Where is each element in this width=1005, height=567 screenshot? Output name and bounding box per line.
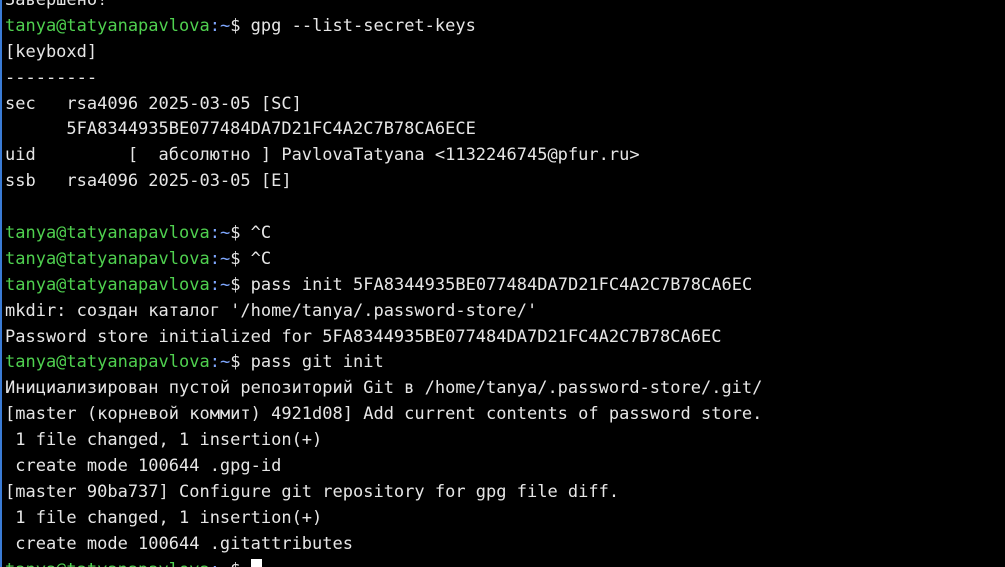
command-text: pass git init xyxy=(250,352,384,373)
output-line: [keyboxd] xyxy=(5,41,98,62)
prompt-line: tanya@tatyanapavlova:~$ xyxy=(5,558,1005,567)
prompt-path: :~ xyxy=(209,248,231,269)
prompt-line: tanya@tatyanapavlova:~$ pass git init xyxy=(5,350,1005,376)
prompt-user-host: tanya@tatyanapavlova xyxy=(5,15,210,36)
prompt-path: :~ xyxy=(209,274,231,295)
prompt-symbol: $ xyxy=(230,223,251,244)
prompt-path: :~ xyxy=(209,15,231,36)
prompt-path: :~ xyxy=(209,352,231,373)
prompt-line: tanya@tatyanapavlova:~$ pass init 5FA834… xyxy=(5,273,1005,299)
prompt-user-host: tanya@tatyanapavlova xyxy=(5,223,210,244)
prompt-user-host: tanya@tatyanapavlova xyxy=(5,248,210,269)
prompt-user-host: tanya@tatyanapavlova xyxy=(5,274,210,295)
output-line: Завершено! xyxy=(5,0,108,10)
window-edge xyxy=(0,0,2,567)
output-line: sec rsa4096 2025-03-05 [SC] xyxy=(5,93,302,114)
output-line: mkdir: создан каталог '/home/tanya/.pass… xyxy=(5,300,538,321)
prompt-line: tanya@tatyanapavlova:~$ ^C xyxy=(5,247,1005,273)
output-line: [master 90ba737] Configure git repositor… xyxy=(5,481,620,502)
command-text: gpg --list-secret-keys xyxy=(250,15,476,36)
prompt-symbol: $ xyxy=(230,274,251,295)
prompt-symbol: $ xyxy=(230,560,250,567)
command-text: pass init 5FA8344935BE077484DA7D21FC4A2C… xyxy=(250,274,753,295)
terminal-window[interactable]: Завершено! tanya@tatyanapavlova:~$ gpg --… xyxy=(0,0,1005,567)
command-text: ^C xyxy=(250,223,272,244)
command-text: ^C xyxy=(250,248,272,269)
output-line: uid [ абсолютно ] PavlovaTatyana <113224… xyxy=(5,145,640,166)
output-line: 5FA8344935BE077484DA7D21FC4A2C7B78CA6ECE xyxy=(5,119,476,140)
prompt-user-host: tanya@tatyanapavlova xyxy=(5,560,210,567)
output-line: create mode 100644 .gpg-id xyxy=(5,456,282,477)
text-cursor[interactable] xyxy=(250,558,262,567)
prompt-symbol: $ xyxy=(230,15,251,36)
prompt-line: tanya@tatyanapavlova:~$ ^C xyxy=(5,221,1005,247)
output-line: [master (корневой коммит) 4921d08] Add c… xyxy=(5,404,763,425)
prompt-path: :~ xyxy=(209,223,231,244)
prompt-line: tanya@tatyanapavlova:~$ gpg --list-secre… xyxy=(5,14,1005,40)
output-line: 1 file changed, 1 insertion(+) xyxy=(5,430,323,451)
prompt-symbol: $ xyxy=(230,248,251,269)
terminal-output: Завершено! tanya@tatyanapavlova:~$ gpg --… xyxy=(5,0,1005,567)
output-line: Инициализирован пустой репозиторий Git в… xyxy=(5,378,763,399)
output-line: ssb rsa4096 2025-03-05 [E] xyxy=(5,171,292,192)
output-line: create mode 100644 .gitattributes xyxy=(5,533,353,554)
output-line: --------- xyxy=(5,67,98,88)
prompt-symbol: $ xyxy=(230,352,251,373)
prompt-user-host: tanya@tatyanapavlova xyxy=(5,352,210,373)
prompt-path: :~ xyxy=(210,560,230,567)
output-line: 1 file changed, 1 insertion(+) xyxy=(5,507,323,528)
output-line: Password store initialized for 5FA834493… xyxy=(5,326,722,347)
